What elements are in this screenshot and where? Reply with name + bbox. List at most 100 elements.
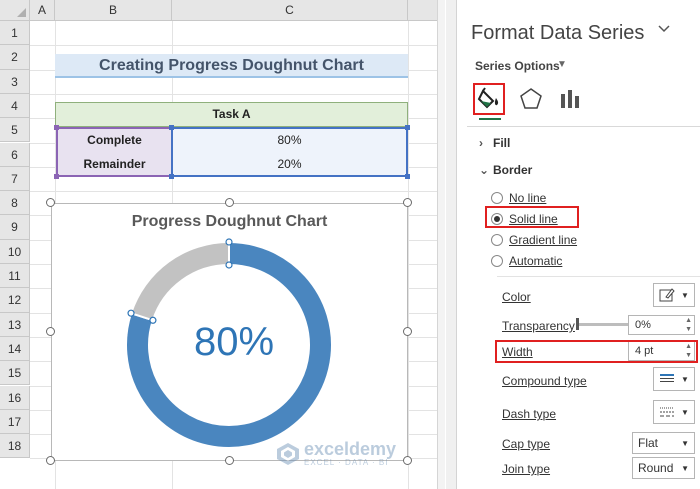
cap-type-value: Flat — [638, 436, 659, 450]
range-handle[interactable] — [169, 125, 174, 130]
column-header-c[interactable]: C — [172, 0, 408, 21]
dash-type-label: Dash type — [502, 407, 557, 421]
category-range-highlight — [56, 127, 173, 177]
radio-button[interactable] — [491, 255, 503, 267]
row-header-14[interactable]: 14 — [0, 336, 30, 362]
row-header-3[interactable]: 3 — [0, 69, 30, 94]
join-type-value: Round — [638, 461, 674, 475]
divider — [467, 126, 700, 127]
column-header-a[interactable]: A — [30, 0, 55, 21]
row-header-8[interactable]: 8 — [0, 191, 30, 216]
row-header-17[interactable]: 17 — [0, 409, 30, 435]
vertical-scrollbar[interactable] — [446, 0, 456, 489]
series-options-dropdown[interactable]: Series Options — [475, 59, 560, 73]
row-header-9[interactable]: 9 — [0, 215, 30, 240]
row-header-13[interactable]: 13 — [0, 312, 30, 337]
tab-fill-line[interactable] — [473, 83, 505, 115]
range-handle[interactable] — [169, 174, 174, 179]
gridline — [30, 45, 445, 47]
active-tab-indicator — [479, 118, 501, 120]
select-all-corner[interactable] — [0, 0, 30, 21]
watermark-name: exceldemy — [304, 439, 397, 459]
cap-type-dropdown[interactable]: Flat ▼ — [632, 432, 695, 454]
section-fill[interactable]: › Fill — [479, 136, 510, 150]
join-type-dropdown[interactable]: Round ▼ — [632, 457, 695, 479]
row-header-6[interactable]: 6 — [0, 142, 30, 167]
row-header-7[interactable]: 7 — [0, 166, 30, 192]
row-header-16[interactable]: 16 — [0, 385, 30, 410]
pane-title: Format Data Series — [471, 22, 645, 44]
compound-type-dropdown[interactable]: ▼ — [653, 367, 695, 391]
section-border-label: Border — [493, 163, 533, 177]
tab-series-options[interactable] — [557, 86, 583, 112]
radio-no-line[interactable]: No line — [491, 191, 546, 205]
pentagon-icon — [520, 88, 542, 109]
chevron-down-icon: ⌄ — [479, 163, 490, 177]
compound-type-label: Compound type — [502, 374, 587, 388]
radio-button[interactable] — [491, 192, 503, 204]
doughnut-slice-remainder[interactable] — [129, 240, 230, 322]
bar-chart-icon — [561, 90, 579, 108]
gridline — [30, 93, 445, 95]
paint-bucket-icon — [477, 87, 499, 109]
color-label: Color — [502, 290, 531, 304]
slice-selection-point[interactable] — [127, 309, 135, 317]
slider-thumb[interactable] — [576, 318, 579, 330]
row-header-12[interactable]: 12 — [0, 288, 30, 313]
row-header-2[interactable]: 2 — [0, 45, 30, 70]
row-header-1[interactable]: 1 — [0, 21, 30, 46]
highlight-box — [495, 340, 698, 363]
transparency-label: Transparency — [502, 319, 575, 333]
range-handle[interactable] — [405, 125, 410, 130]
spinner-arrows-icon[interactable]: ▲ ▼ — [685, 316, 692, 334]
exceldemy-logo-icon — [277, 442, 299, 465]
spreadsheet[interactable]: A B C 1 2 3 4 5 6 7 8 9 10 11 12 13 14 15 16 17 18 Creati… — [0, 0, 445, 489]
chevron-down-icon[interactable] — [657, 22, 671, 41]
range-handle[interactable] — [54, 125, 59, 130]
row-header-10[interactable]: 10 — [0, 239, 30, 264]
column-header-b[interactable]: B — [55, 0, 172, 21]
tab-effects[interactable] — [518, 86, 544, 112]
pane-splitter[interactable] — [437, 0, 445, 489]
value-range-highlight — [171, 127, 408, 177]
row-header-15[interactable]: 15 — [0, 361, 30, 386]
watermark-tagline: EXCEL · DATA · BI — [304, 458, 389, 467]
divider — [497, 276, 700, 277]
radio-automatic[interactable]: Automatic — [491, 254, 562, 268]
transparency-value: 0% — [635, 319, 651, 331]
radio-label: Automatic — [509, 254, 563, 268]
table-header-task[interactable]: Task A — [55, 102, 408, 127]
gridline — [408, 21, 409, 489]
radio-button[interactable] — [491, 234, 503, 246]
compound-lines-icon — [660, 374, 675, 382]
row-header-4[interactable]: 4 — [0, 93, 30, 119]
range-handle[interactable] — [54, 174, 59, 179]
section-fill-label: Fill — [493, 136, 511, 150]
radio-label: Gradient line — [509, 233, 578, 247]
row-header-11[interactable]: 11 — [0, 264, 30, 289]
cap-type-label: Cap type — [502, 437, 551, 451]
chevron-right-icon: › — [479, 136, 483, 150]
dash-lines-icon — [660, 407, 675, 417]
row-header-18[interactable]: 18 — [0, 434, 30, 459]
slice-selection-point[interactable] — [225, 261, 233, 269]
color-picker-button[interactable]: ▼ — [653, 283, 695, 307]
transparency-slider[interactable] — [578, 323, 630, 326]
sheet-title[interactable]: Creating Progress Doughnut Chart — [55, 54, 408, 78]
row-header-5[interactable]: 5 — [0, 118, 30, 143]
transparency-input[interactable]: 0% ▲ ▼ — [628, 315, 695, 335]
radio-label: No line — [509, 191, 547, 205]
pen-color-icon — [659, 288, 675, 302]
radio-gradient-line[interactable]: Gradient line — [491, 233, 577, 247]
format-data-series-pane: Format Data Series Series Options ▼ › Fil… — [456, 0, 700, 489]
caret-down-icon[interactable]: ▼ — [557, 59, 567, 70]
section-border[interactable]: ⌄ Border — [479, 163, 532, 177]
dash-type-dropdown[interactable]: ▼ — [653, 400, 695, 424]
center-percentage-label[interactable]: 80% — [134, 318, 334, 366]
exceldemy-watermark: exceldemy EXCEL · DATA · BI — [276, 440, 396, 467]
slice-selection-point[interactable] — [225, 238, 233, 246]
join-type-label: Join type — [502, 462, 551, 476]
highlight-box — [485, 206, 579, 228]
range-handle[interactable] — [405, 174, 410, 179]
gridline — [30, 191, 445, 193]
